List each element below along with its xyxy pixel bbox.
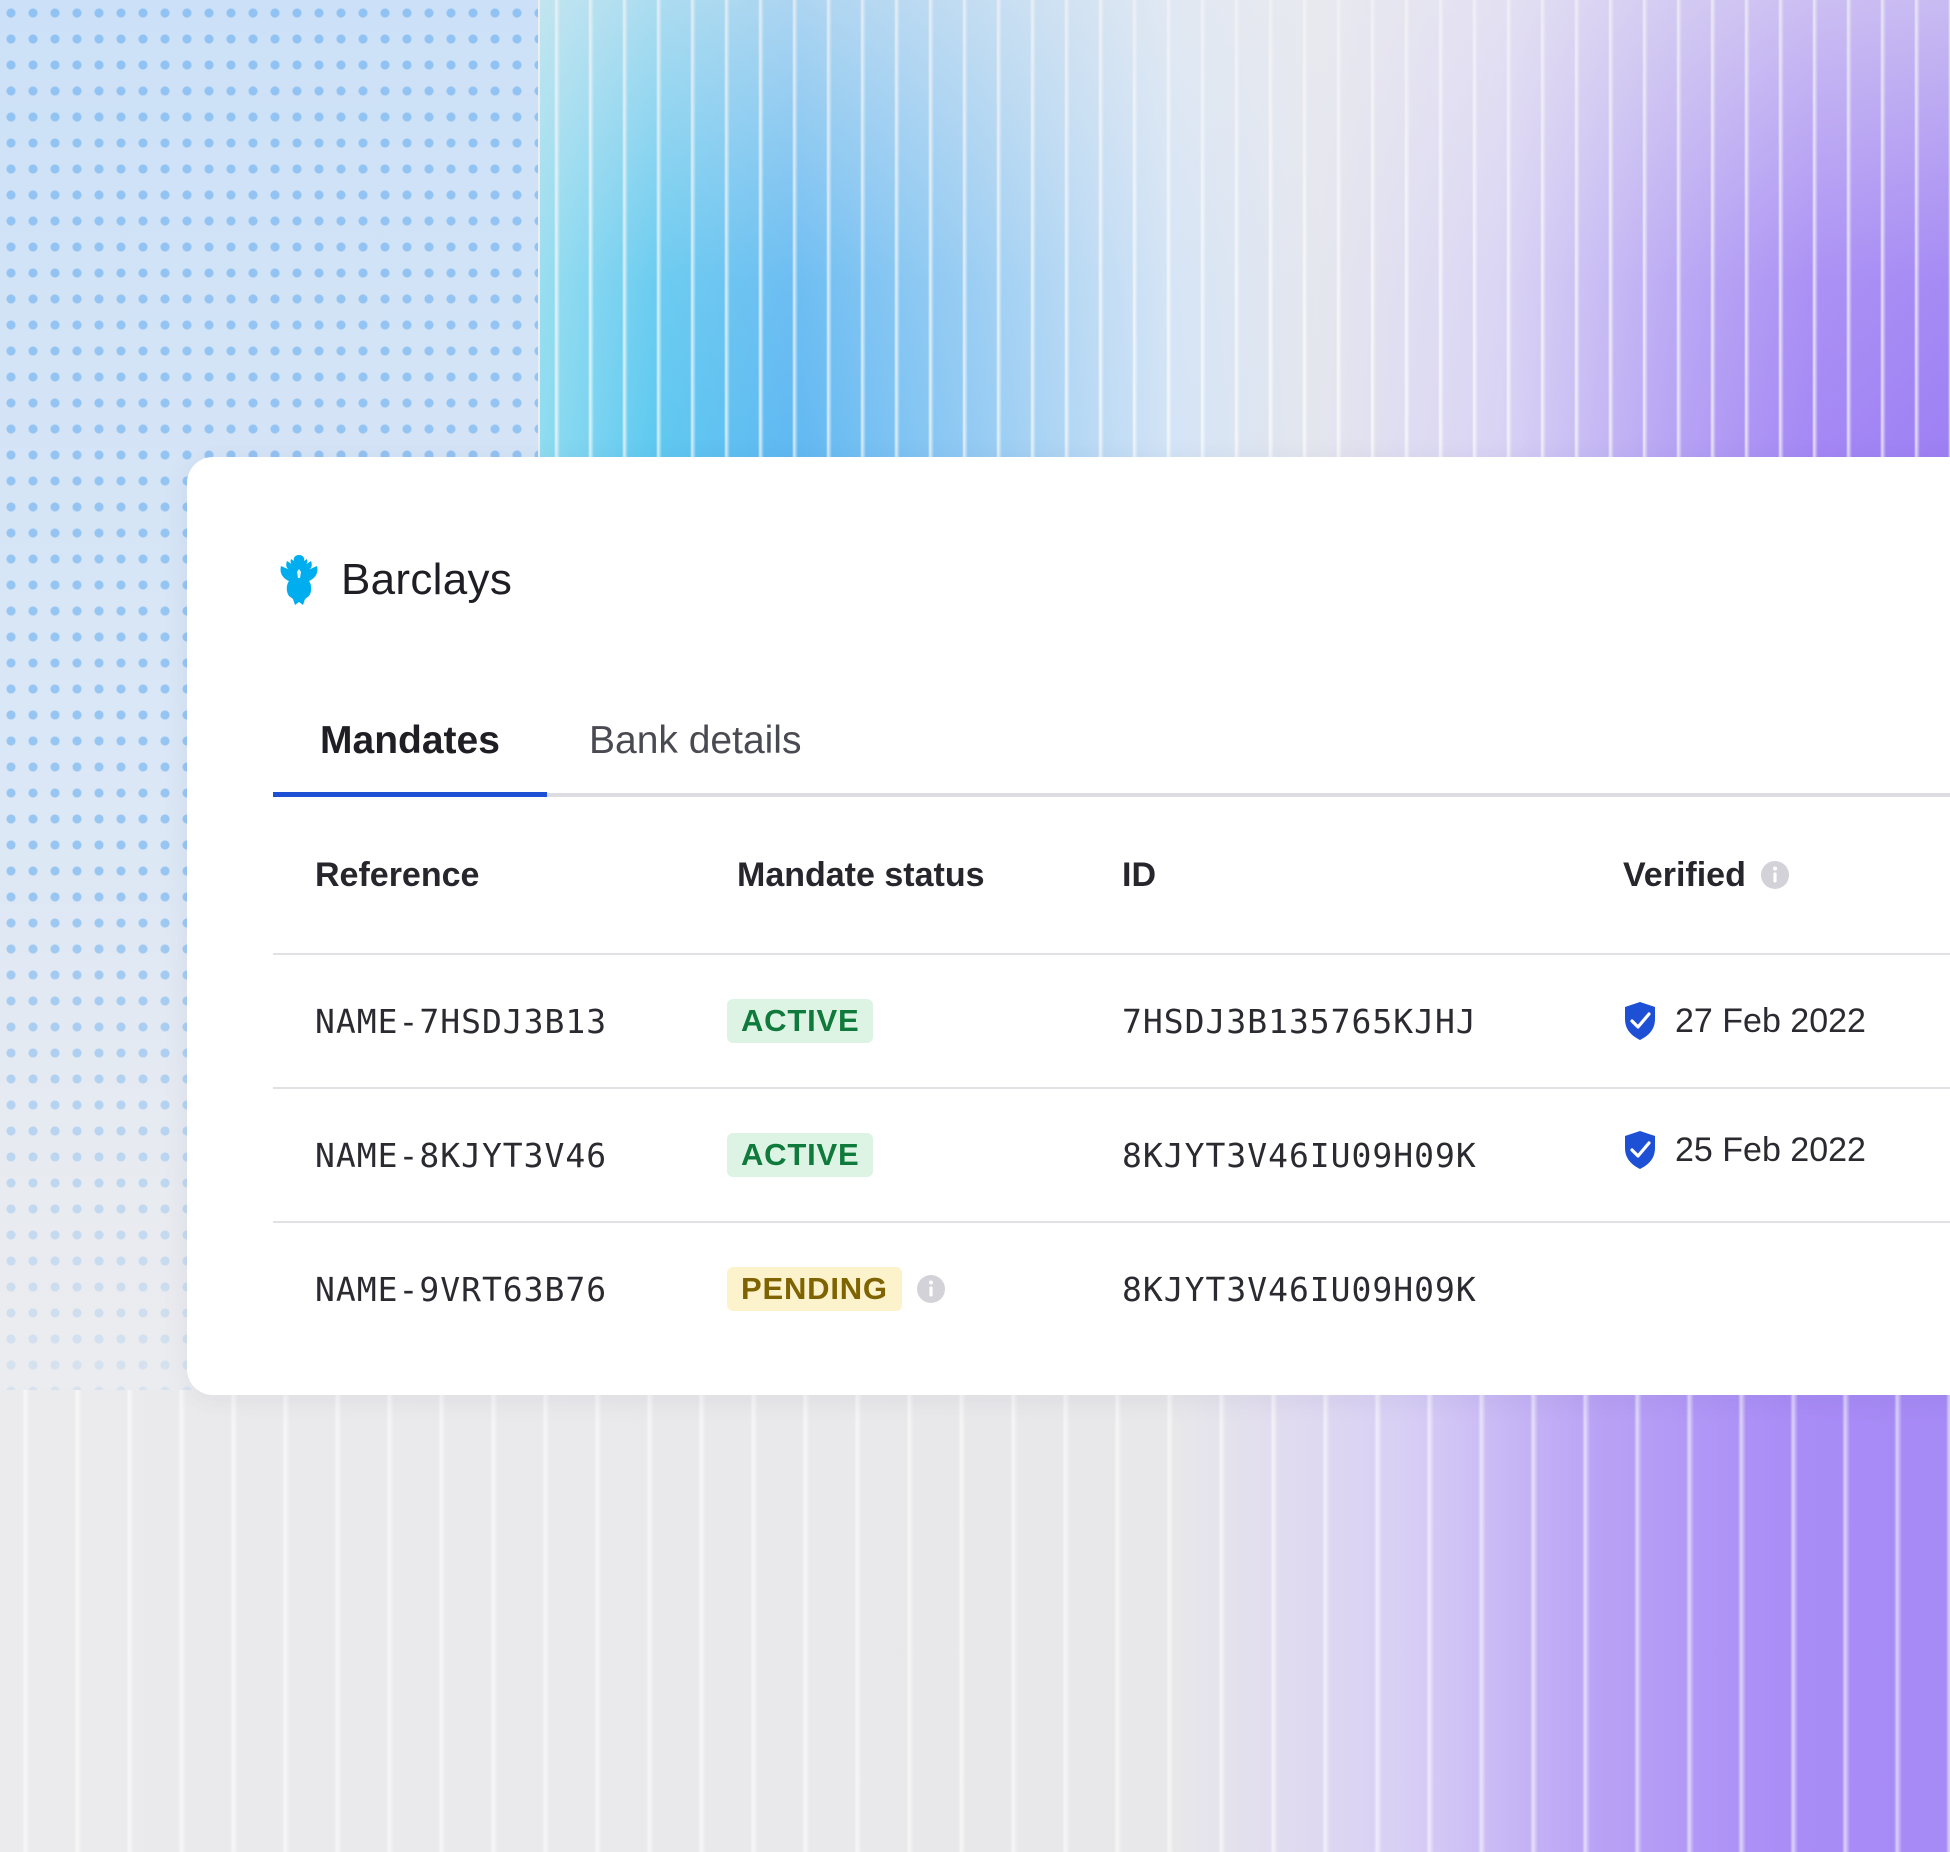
- verified-date: 27 Feb 2022: [1675, 1001, 1866, 1040]
- gradient-stripes-top: [540, 0, 1950, 470]
- tab-bank-details-label: Bank details: [589, 719, 802, 762]
- table-header-row: Reference Mandate status ID Verified: [273, 797, 1950, 955]
- row-reference: NAME-7HSDJ3B13: [315, 1001, 608, 1041]
- row-reference: NAME-9VRT63B76: [315, 1269, 608, 1309]
- table-row[interactable]: NAME-7HSDJ3B13 ACTIVE 7HSDJ3B135765KJHJ …: [273, 955, 1950, 1089]
- column-header-id-label: ID: [1122, 855, 1156, 894]
- tab-bar: Mandates Bank details: [273, 685, 1950, 797]
- verified-shield-icon: [1625, 1002, 1655, 1040]
- row-status-cell: ACTIVE: [727, 955, 874, 1087]
- bank-account-card: Barclays Mandates Bank details Reference…: [187, 457, 1950, 1395]
- gradient-stripes-bottom: [0, 1390, 1950, 1852]
- tab-bank-details[interactable]: Bank details: [589, 685, 801, 797]
- status-badge-active: ACTIVE: [727, 999, 874, 1043]
- row-verified-cell: 25 Feb 2022: [1623, 1084, 1866, 1216]
- status-badge-pending: PENDING: [727, 1267, 902, 1311]
- row-reference: NAME-8KJYT3V46: [315, 1135, 608, 1175]
- table-row[interactable]: NAME-8KJYT3V46 ACTIVE 8KJYT3V46IU09H09K …: [273, 1089, 1950, 1223]
- pending-info-icon[interactable]: [916, 1274, 946, 1304]
- row-id: 8KJYT3V46IU09H09K: [1122, 1269, 1477, 1309]
- column-header-verified-label: Verified: [1623, 855, 1746, 894]
- row-status-cell: PENDING: [727, 1223, 946, 1355]
- row-status-cell: ACTIVE: [727, 1089, 874, 1221]
- bank-header: Barclays: [273, 552, 512, 608]
- row-verified-cell: 27 Feb 2022: [1623, 955, 1866, 1087]
- verified-info-icon[interactable]: [1760, 860, 1790, 890]
- column-header-mandate-status[interactable]: Mandate status: [737, 797, 985, 953]
- barclays-eagle-icon: [280, 555, 318, 605]
- verified-shield-icon: [1625, 1131, 1655, 1169]
- page-background: Barclays Mandates Bank details Reference…: [0, 0, 1950, 1852]
- verified-date: 25 Feb 2022: [1675, 1130, 1866, 1169]
- tab-mandates[interactable]: Mandates: [273, 685, 547, 797]
- bank-name: Barclays: [341, 555, 513, 604]
- row-id: 7HSDJ3B135765KJHJ: [1122, 1001, 1477, 1041]
- column-header-id[interactable]: ID: [1122, 797, 1156, 953]
- column-header-verified[interactable]: Verified: [1623, 797, 1790, 953]
- column-header-reference-label: Reference: [315, 855, 480, 894]
- row-id: 8KJYT3V46IU09H09K: [1122, 1135, 1477, 1175]
- tab-mandates-label: Mandates: [320, 719, 500, 762]
- status-badge-active: ACTIVE: [727, 1133, 874, 1177]
- column-header-mandate-status-label: Mandate status: [737, 855, 985, 894]
- table-row[interactable]: NAME-9VRT63B76 PENDING 8KJYT3V46IU09H09K: [273, 1223, 1950, 1355]
- column-header-reference[interactable]: Reference: [315, 797, 479, 953]
